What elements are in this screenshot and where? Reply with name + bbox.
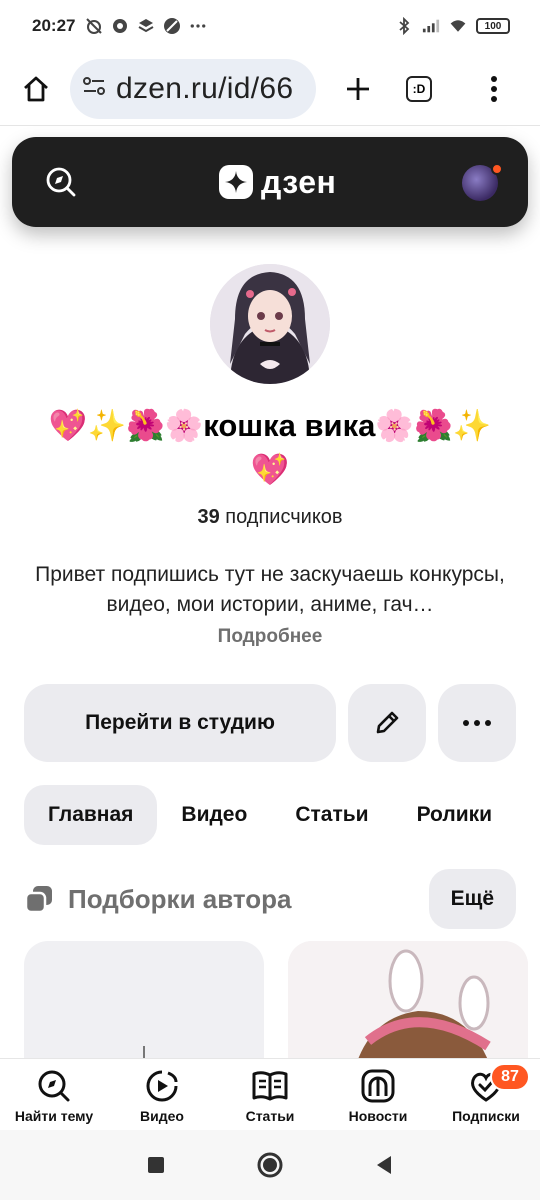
collections-more-button[interactable]: Ещё [428,869,516,929]
edit-button[interactable] [348,684,426,762]
collections-title: Подборки автора [68,883,292,914]
home-system-button[interactable] [255,1150,285,1180]
nav-label: Подписки [452,1108,520,1124]
home-button[interactable] [16,69,56,109]
tab-shorts[interactable]: Ролики [393,785,516,845]
book-icon [251,1067,289,1105]
back-system-button[interactable] [369,1150,399,1180]
home-icon [24,76,48,101]
ellipsis-icon [463,720,491,726]
browser-menu-button[interactable] [474,69,514,109]
status-notification-icons [85,17,207,35]
subscriptions-badge: 87 [490,1063,530,1091]
layers-icon [137,17,155,35]
nav-find-topic[interactable]: Найти тему [0,1059,108,1130]
subscribers-label: подписчиков [225,506,343,528]
alarm-off-icon [85,17,103,35]
status-system-icons: 100 [395,17,510,35]
pencil-icon [376,711,399,734]
nav-news[interactable]: Новости [324,1059,432,1130]
collections-icon [24,884,54,914]
square-icon [148,1157,164,1173]
nav-video[interactable]: Видео [108,1059,216,1130]
new-tab-button[interactable] [338,69,378,109]
subscribers-number: 39 [197,506,220,528]
go-to-studio-button[interactable]: Перейти в студию [24,684,336,762]
nav-subscriptions[interactable]: Подписки 87 [432,1059,540,1130]
site-settings-icon[interactable] [82,76,106,101]
nav-articles[interactable]: Статьи [216,1059,324,1130]
dzen-logo-text: дзен [261,163,337,200]
channel-tabs: Главная Видео Статьи Ролики [24,785,516,845]
battery-indicator: 100 [476,18,510,34]
description-more-link[interactable]: Подробнее [0,626,540,648]
recent-apps-button[interactable] [141,1150,171,1180]
news-icon [359,1067,397,1105]
plus-icon [347,77,369,100]
nav-label: Новости [348,1108,408,1124]
subscribers-count[interactable]: 39 подписчиков [0,506,540,529]
nav-label: Видео [140,1108,184,1124]
channel-name: 💖✨🌺🌸кошка вика🌸🌺✨💖 [48,408,492,487]
notification-dot [491,163,503,175]
tab-video[interactable]: Видео [157,785,271,845]
system-navigation-bar [0,1130,540,1200]
more-options-button[interactable] [438,684,516,762]
channel-description: Привет подпишись тут не заскучаешь конку… [35,563,505,616]
tab-articles[interactable]: Статьи [271,785,392,845]
compass-search-icon [46,167,76,197]
more-notifications-icon [189,17,207,35]
browser-toolbar: dzen.ru/id/66 :D [0,52,540,126]
nav-label: Найти тему [14,1108,94,1124]
address-bar[interactable]: dzen.ru/id/66 [70,58,316,119]
kebab-menu-icon [491,75,497,102]
blocked-icon [163,17,181,35]
tab-switcher-button[interactable]: :D [406,75,432,102]
collections-header: Подборки автора Ещё [24,869,516,929]
dzen-star-icon [219,165,253,199]
channel-avatar [210,264,330,384]
nav-label: Статьи [245,1108,295,1124]
bottom-navigation: Найти тему Видео Статьи Новости Подписки… [0,1058,540,1130]
chat-bubble-icon [111,17,129,35]
tab-main[interactable]: Главная [24,785,158,845]
status-time: 20:27 [32,16,76,35]
circle-icon [257,1152,283,1178]
bluetooth-icon [395,17,413,35]
url-text: dzen.ru/id/66 [116,71,294,105]
triangle-back-icon [377,1156,391,1174]
dzen-logo[interactable]: дзен [219,163,336,201]
video-play-icon [143,1067,181,1105]
dzen-header: дзен [12,137,528,227]
status-bar: 20:27 100 [0,0,540,52]
signal-icon [422,17,440,35]
dzen-search-button[interactable] [42,163,80,201]
compass-search-icon [35,1067,73,1105]
wifi-icon [449,17,467,35]
